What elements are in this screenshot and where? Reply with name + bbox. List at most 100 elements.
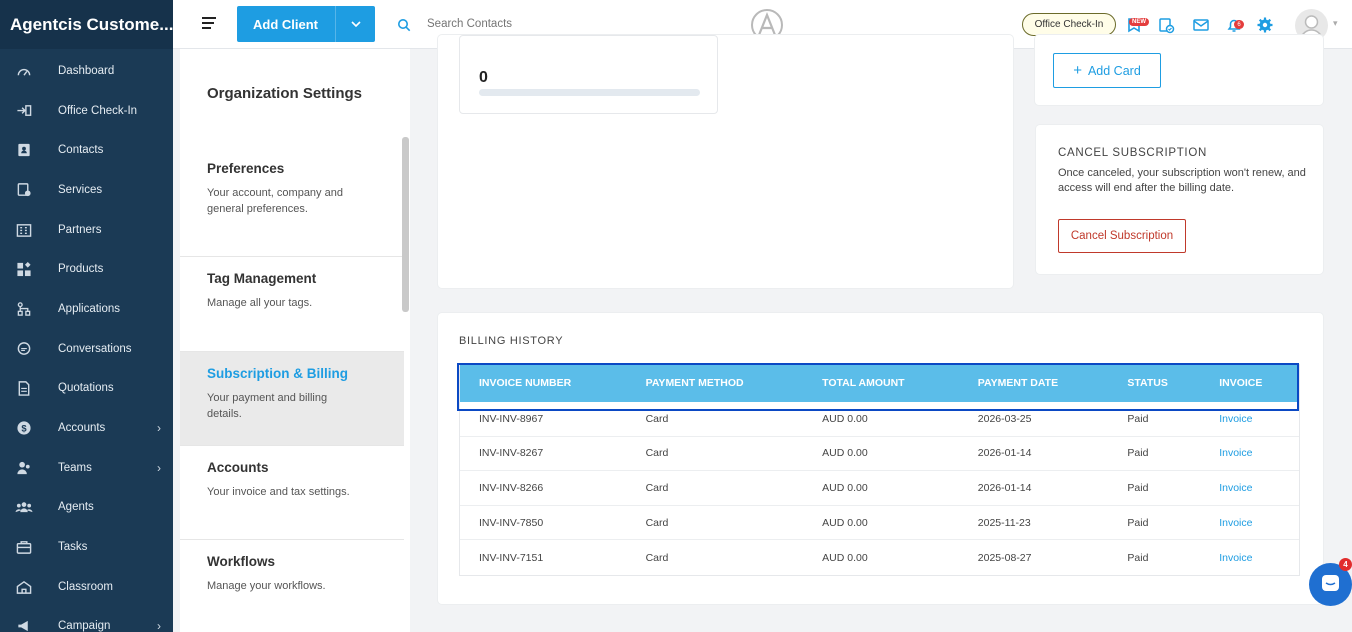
team-icon: [14, 460, 34, 476]
mail-icon[interactable]: [1192, 16, 1210, 34]
products-icon: [14, 261, 34, 277]
table-cell-status: Paid: [1127, 516, 1149, 529]
settings-item-title: Workflows: [207, 554, 276, 569]
table-cell-status: Paid: [1127, 412, 1149, 425]
table-cell-number: INV-INV-7850: [479, 516, 544, 529]
invoice-link[interactable]: Invoice: [1219, 447, 1299, 459]
checkin-icon: [14, 103, 34, 119]
chevron-right-icon: ›: [157, 619, 161, 632]
table-cell-method: Card: [645, 551, 669, 564]
office-checkin-button[interactable]: Office Check-In: [1022, 13, 1116, 36]
sidebar-item-label: Campaign: [58, 620, 111, 632]
table-cell-amount: AUD 0.00: [822, 481, 868, 494]
table-cell-method: Card: [645, 412, 669, 425]
table-row: INV-INV-8267 Card AUD 0.00 2026-01-14 Paid In…: [460, 437, 1299, 472]
column-header[interactable]: TOTAL AMOUNT: [822, 377, 978, 389]
chat-badge: 4: [1339, 558, 1352, 571]
settings-list: Preferences Your account, company and gen…: [180, 147, 404, 632]
new-badge: NEW: [1129, 18, 1149, 26]
sidebar-item-services[interactable]: Services: [0, 170, 173, 210]
task-check-icon[interactable]: [1157, 16, 1175, 34]
add-client-button[interactable]: Add Client: [237, 6, 375, 42]
invoice-link[interactable]: Invoice: [1219, 482, 1299, 494]
sidebar-item-label: Office Check-In: [58, 104, 138, 117]
invoice-link[interactable]: Invoice: [1219, 413, 1299, 425]
building-icon: [14, 222, 34, 238]
settings-item-workflows[interactable]: Workflows Manage your workflows.: [180, 540, 404, 632]
table-cell-status: Paid: [1127, 447, 1149, 460]
svg-text:$: $: [21, 422, 27, 433]
plus-icon: +: [1073, 62, 1082, 79]
sidebar-item-label: Accounts: [58, 422, 106, 435]
app-title[interactable]: Agentcis Custome...: [0, 0, 173, 49]
sidebar-item-office-check-in[interactable]: Office Check-In: [0, 91, 173, 131]
column-header[interactable]: STATUS: [1127, 377, 1219, 389]
sidebar-item-classroom[interactable]: Classroom: [0, 567, 173, 607]
sidebar-item-label: Tasks: [58, 541, 88, 554]
sidebar-item-accounts[interactable]: $ Accounts ›: [0, 408, 173, 448]
settings-item-accounts[interactable]: Accounts Your invoice and tax settings.: [180, 446, 404, 540]
sidebar-item-label: Products: [58, 263, 104, 276]
sidebar-item-partners[interactable]: Partners: [0, 210, 173, 250]
sidebar-item-quotations[interactable]: Quotations: [0, 369, 173, 409]
avatar-caret-icon[interactable]: ▾: [1333, 18, 1338, 29]
settings-item-tag-management[interactable]: Tag Management Manage all your tags.: [180, 257, 404, 352]
sidebar: Agentcis Custome... Dashboard Office Chec…: [0, 0, 173, 632]
settings-item-preferences[interactable]: Preferences Your account, company and gen…: [180, 147, 404, 257]
table-cell-number: INV-INV-8967: [479, 412, 544, 425]
table-cell-status: Paid: [1127, 551, 1149, 564]
billing-history-title: BILLING HISTORY: [459, 335, 564, 347]
column-header[interactable]: INVOICE: [1219, 377, 1299, 389]
sidebar-item-dashboard[interactable]: Dashboard: [0, 51, 173, 91]
table-row: INV-INV-7850 Card AUD 0.00 2025-11-23 Paid In…: [460, 506, 1299, 541]
table-cell-method: Card: [645, 516, 669, 529]
sidebar-item-contacts[interactable]: Contacts: [0, 130, 173, 170]
table-cell-date: 2025-08-27: [977, 551, 1032, 564]
add-client-label: Add Client: [253, 16, 318, 32]
sidebar-item-agents[interactable]: Agents: [0, 488, 173, 528]
table-cell-method: Card: [645, 447, 669, 460]
sidebar-item-products[interactable]: Products: [0, 249, 173, 289]
table-cell-status: Paid: [1127, 481, 1149, 494]
cancel-subscription-card: CANCEL SUBSCRIPTION Once canceled, your …: [1036, 125, 1323, 274]
license-value: 0: [479, 69, 488, 86]
briefcase-icon: [14, 539, 34, 555]
cancel-subscription-description: Once canceled, your subscription won't r…: [1058, 167, 1306, 194]
applications-icon: [14, 301, 34, 317]
column-header[interactable]: PAYMENT DATE: [978, 377, 1128, 389]
search-input[interactable]: [427, 14, 627, 34]
dollar-icon: $: [14, 420, 34, 436]
column-header[interactable]: PAYMENT METHOD: [646, 377, 823, 389]
table-cell-date: 2025-11-23: [977, 516, 1031, 529]
table-cell-number: INV-INV-7151: [479, 551, 544, 564]
chevron-down-icon[interactable]: [335, 6, 375, 42]
settings-item-description: Manage your workflows.: [207, 580, 326, 592]
settings-item-subscription-billing[interactable]: Subscription & Billing Your payment and b…: [180, 352, 404, 446]
sidebar-item-tasks[interactable]: Tasks: [0, 527, 173, 567]
sidebar-item-conversations[interactable]: Conversations: [0, 329, 173, 369]
settings-item-title: Subscription & Billing: [207, 366, 348, 381]
settings-item-title: Tag Management: [207, 271, 317, 286]
settings-scrollbar[interactable]: [402, 137, 409, 312]
chevron-right-icon: ›: [157, 421, 161, 436]
sidebar-item-label: Partners: [58, 223, 102, 236]
settings-item-description: Manage all your tags.: [207, 297, 313, 309]
settings-item-title: Preferences: [207, 161, 285, 176]
cancel-subscription-button[interactable]: Cancel Subscription: [1058, 219, 1186, 253]
table-cell-amount: AUD 0.00: [822, 447, 868, 460]
sidebar-item-applications[interactable]: Applications: [0, 289, 173, 329]
table-cell-date: 2026-03-25: [977, 412, 1032, 425]
notification-count-badge: 6: [1234, 20, 1244, 29]
sidebar-item-teams[interactable]: Teams ›: [0, 448, 173, 488]
add-card-button[interactable]: + Add Card: [1053, 53, 1161, 88]
add-card-label: Add Card: [1087, 63, 1141, 78]
invoice-link[interactable]: Invoice: [1219, 517, 1299, 529]
cancel-subscription-title: CANCEL SUBSCRIPTION: [1058, 147, 1207, 159]
table-cell-number: INV-INV-8266: [479, 481, 544, 494]
gear-icon[interactable]: [1256, 16, 1274, 34]
column-header[interactable]: INVOICE NUMBER: [460, 377, 646, 389]
menu-toggle-icon[interactable]: [202, 17, 216, 31]
invoice-link[interactable]: Invoice: [1219, 552, 1299, 564]
sidebar-item-campaign[interactable]: Campaign ›: [0, 607, 173, 632]
table-row: INV-INV-8266 Card AUD 0.00 2026-01-14 Paid In…: [460, 471, 1299, 506]
